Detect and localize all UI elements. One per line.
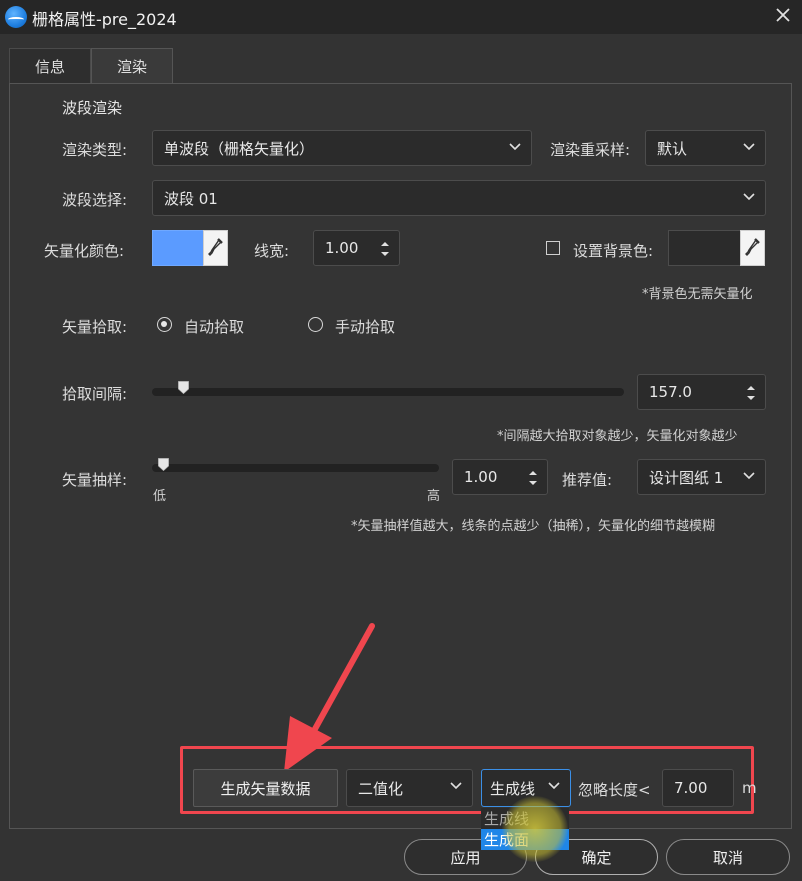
interval-stepper[interactable]: 157.0 xyxy=(637,374,766,410)
vector-color-label: 矢量化颜色: xyxy=(44,242,125,260)
vector-color-swatch[interactable] xyxy=(152,230,204,266)
stepper-arrows-icon xyxy=(529,471,537,485)
chevron-down-icon xyxy=(743,193,755,201)
chevron-down-icon xyxy=(743,472,755,480)
generate-vector-button[interactable]: 生成矢量数据 xyxy=(193,769,338,807)
band-value: 波段 01 xyxy=(164,189,218,208)
ignore-length-label: 忽略长度< xyxy=(578,781,651,799)
interval-label: 拾取间隔: xyxy=(62,385,128,403)
background-picker-button[interactable] xyxy=(740,230,765,266)
background-label: 设置背景色: xyxy=(573,242,654,260)
resample-select[interactable]: 默认 xyxy=(645,130,766,166)
line-width-stepper[interactable]: 1.00 xyxy=(313,230,400,266)
chevron-down-icon xyxy=(450,782,462,790)
interval-slider[interactable] xyxy=(152,388,624,396)
recommend-select[interactable]: 设计图纸 1 xyxy=(637,459,766,495)
output-value: 生成线 xyxy=(490,779,536,798)
band-select[interactable]: 波段 01 xyxy=(152,180,766,216)
app-logo-icon xyxy=(5,6,27,28)
manual-pick-radio[interactable] xyxy=(308,317,323,332)
ignore-length-value: 7.00 xyxy=(674,779,708,797)
mode-select[interactable]: 二值化 xyxy=(346,769,473,807)
close-icon[interactable] xyxy=(772,4,794,26)
band-label: 波段选择: xyxy=(62,191,128,209)
recommend-label: 推荐值: xyxy=(562,471,613,489)
tab-render[interactable]: 渲染 xyxy=(91,48,173,84)
ignore-length-input[interactable]: 7.00 xyxy=(662,769,734,807)
interval-value: 157.0 xyxy=(649,383,692,401)
recommend-value: 设计图纸 1 xyxy=(649,468,724,487)
line-width-label: 线宽: xyxy=(254,242,290,260)
unit-label: m xyxy=(742,779,757,797)
eyedropper-icon xyxy=(745,238,760,256)
resample-label: 渲染重采样: xyxy=(550,141,631,159)
sampling-slider[interactable] xyxy=(152,464,439,472)
window-title: 栅格属性-pre_2024 xyxy=(32,10,177,29)
eyedropper-icon xyxy=(208,238,223,256)
cursor-highlight xyxy=(502,796,568,862)
auto-pick-radio[interactable] xyxy=(157,317,172,332)
stepper-arrows-icon xyxy=(747,386,755,400)
sampling-note: *矢量抽样值越大，线条的点越少（抽稀），矢量化的细节越模糊 xyxy=(351,519,716,534)
sampling-stepper[interactable]: 1.00 xyxy=(452,459,548,495)
stepper-arrows-icon xyxy=(381,242,389,256)
chevron-down-icon xyxy=(548,782,560,790)
mode-value: 二值化 xyxy=(358,779,404,798)
render-type-select[interactable]: 单波段（栅格矢量化） xyxy=(152,130,532,166)
sampling-value: 1.00 xyxy=(464,468,498,486)
chevron-down-icon xyxy=(743,143,755,151)
line-width-value: 1.00 xyxy=(325,239,359,257)
background-note: *背景色无需矢量化 xyxy=(642,287,753,302)
auto-pick-label: 自动拾取 xyxy=(184,318,245,336)
chevron-down-icon xyxy=(509,143,521,151)
tab-info[interactable]: 信息 xyxy=(9,48,91,84)
sampling-slider-handle[interactable] xyxy=(158,458,169,471)
group-title: 波段渲染 xyxy=(62,99,123,117)
manual-pick-label: 手动拾取 xyxy=(335,318,396,336)
interval-note: *间隔越大拾取对象越少，矢量化对象越少 xyxy=(497,429,738,444)
resample-value: 默认 xyxy=(657,139,688,158)
background-checkbox[interactable] xyxy=(546,241,560,255)
render-type-label: 渲染类型: xyxy=(62,141,128,159)
background-color-swatch[interactable] xyxy=(668,230,741,266)
color-picker-button[interactable] xyxy=(203,230,228,266)
cancel-button[interactable]: 取消 xyxy=(666,839,790,875)
sampling-low-label: 低 xyxy=(153,489,167,504)
render-type-value: 单波段（栅格矢量化） xyxy=(164,139,315,158)
sampling-label: 矢量抽样: xyxy=(62,471,128,489)
pick-label: 矢量拾取: xyxy=(62,318,128,336)
interval-slider-handle[interactable] xyxy=(178,381,189,394)
sampling-high-label: 高 xyxy=(427,489,441,504)
